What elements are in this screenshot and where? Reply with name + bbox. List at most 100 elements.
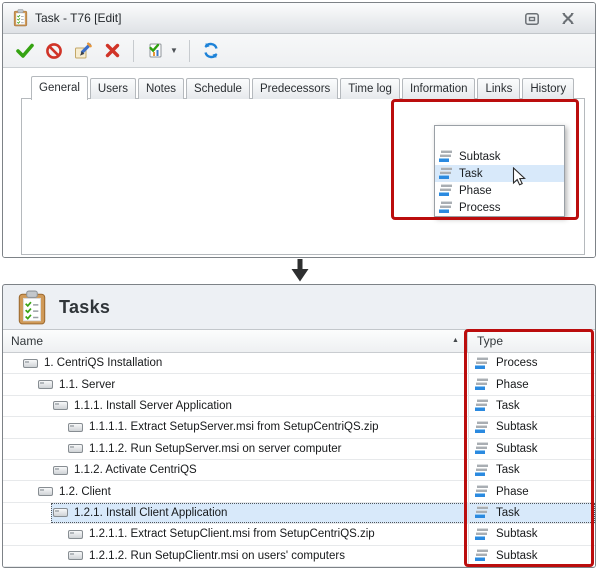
tasks-clipboard-icon [15, 290, 49, 326]
collapse-chevron-icon[interactable] [11, 360, 23, 366]
task-row[interactable]: 1.2.1.1. Extract SetupClient.msi from Se… [3, 524, 595, 545]
tab-time-log[interactable]: Time log [340, 78, 400, 99]
edit-pencil-icon[interactable] [73, 41, 93, 61]
task-card-icon [53, 508, 68, 517]
type-dropdown-item[interactable]: Subtask [435, 148, 564, 165]
type-dropdown-item[interactable]: Task [435, 165, 564, 182]
tab-label: Information [410, 83, 468, 95]
toolbar-separator [189, 40, 190, 62]
save-menu-icon[interactable] [145, 41, 165, 61]
tree-indent [3, 470, 41, 471]
task-type-icon [475, 528, 489, 541]
collapse-chevron-icon[interactable] [41, 403, 53, 409]
flow-down-arrow-icon [290, 259, 310, 282]
collapse-chevron-icon[interactable] [41, 510, 53, 516]
task-name: 1.1.2. Activate CentriQS [74, 464, 197, 476]
type-cell[interactable]: Subtask [468, 417, 595, 437]
name-cell[interactable]: 1.1.2. Activate CentriQS [3, 460, 468, 480]
type-cell[interactable]: Subtask [468, 524, 595, 544]
task-card-icon [38, 380, 53, 389]
tab-schedule[interactable]: Schedule [186, 78, 250, 99]
tree-indent [3, 534, 56, 535]
task-type-icon [439, 184, 453, 197]
cancel-block-icon[interactable] [44, 41, 64, 61]
type-cell[interactable]: Phase [468, 374, 595, 394]
name-cell[interactable]: 1.1. Server [3, 374, 468, 394]
task-row[interactable]: 1.2. Client Phase [3, 481, 595, 502]
task-edit-window: Task - T76 [Edit] ▼ GeneralUsersN [2, 2, 596, 258]
type-dropdown-item[interactable]: Phase [435, 182, 564, 199]
collapse-chevron-icon[interactable] [26, 489, 38, 495]
name-cell[interactable]: 1.2.1.2. Run SetupClientr.msi on users' … [3, 546, 468, 566]
type-dropdown-item[interactable]: Process [435, 199, 564, 216]
type-dropdown-item[interactable] [435, 126, 564, 148]
name-cell[interactable]: 1.1.1. Install Server Application [3, 396, 468, 416]
task-row[interactable]: 1.2.1. Install Client Application Task [3, 503, 595, 524]
tab-label: Predecessors [260, 83, 330, 95]
task-row[interactable]: 1.1.2. Activate CentriQS Task [3, 460, 595, 481]
task-type: Phase [496, 379, 529, 391]
name-cell[interactable]: 1.2.1.1. Extract SetupClient.msi from Se… [3, 524, 468, 544]
clipboard-icon [12, 9, 29, 27]
task-type: Subtask [496, 550, 538, 562]
task-card-icon [23, 359, 38, 368]
name-cell[interactable]: 1.1.1.2. Run SetupServer.msi on server c… [3, 439, 468, 459]
task-name: 1.2.1.1. Extract SetupClient.msi from Se… [89, 528, 375, 540]
type-cell[interactable]: Process [468, 353, 595, 373]
name-cell[interactable]: 1.2.1. Install Client Application [3, 503, 468, 523]
tab-notes[interactable]: Notes [138, 78, 184, 99]
tab-label: General [39, 82, 80, 94]
tree-indent [3, 363, 11, 364]
refresh-icon[interactable] [201, 41, 221, 61]
tab-predecessors[interactable]: Predecessors [252, 78, 338, 99]
sort-ascending-icon: ▲ [452, 337, 459, 344]
close-icon[interactable] [559, 11, 577, 26]
task-type: Task [496, 400, 520, 412]
name-cell[interactable]: 1. CentriQS Installation [3, 353, 468, 373]
column-header-name[interactable]: Name [11, 334, 43, 348]
save-dropdown-caret-icon[interactable]: ▼ [170, 46, 178, 55]
task-row[interactable]: 1.1.1. Install Server Application Task [3, 396, 595, 417]
mouse-cursor-icon [512, 167, 526, 187]
tab-label: History [530, 83, 566, 95]
task-type-icon [475, 442, 489, 455]
task-row[interactable]: 1.2.1.2. Run SetupClientr.msi on users' … [3, 546, 595, 567]
task-row[interactable]: 1.1.1.1. Extract SetupServer.msi from Se… [3, 417, 595, 438]
tab-information[interactable]: Information [402, 78, 476, 99]
column-header-type[interactable]: Type [477, 334, 503, 348]
task-type: Subtask [496, 443, 538, 455]
type-cell[interactable]: Phase [468, 481, 595, 501]
type-cell[interactable]: Task [468, 460, 595, 480]
task-row[interactable]: 1.1.1.2. Run SetupServer.msi on server c… [3, 439, 595, 460]
tree-indent [3, 405, 41, 406]
task-name: 1.2.1.2. Run SetupClientr.msi on users' … [89, 550, 345, 562]
task-type-icon [475, 485, 489, 498]
tab-history[interactable]: History [522, 78, 574, 99]
task-type: Process [496, 357, 538, 369]
task-name: 1.1.1.1. Extract SetupServer.msi from Se… [89, 421, 379, 433]
column-divider[interactable] [467, 330, 468, 352]
tab-links[interactable]: Links [477, 78, 520, 99]
task-row[interactable]: 1.1. Server Phase [3, 374, 595, 395]
task-type: Task [496, 507, 520, 519]
name-cell[interactable]: 1.2. Client [3, 481, 468, 501]
tree-indent [3, 555, 56, 556]
type-cell[interactable]: Task [468, 396, 595, 416]
task-type-icon [475, 399, 489, 412]
collapse-chevron-icon[interactable] [26, 382, 38, 388]
task-tree-grid: Name ▲ Type 1. CentriQS Installation Pro… [3, 329, 595, 567]
tree-indent [3, 491, 26, 492]
name-cell[interactable]: 1.1.1.1. Extract SetupServer.msi from Se… [3, 417, 468, 437]
delete-x-icon[interactable] [102, 41, 122, 61]
task-row[interactable]: 1. CentriQS Installation Process [3, 353, 595, 374]
task-name: 1. CentriQS Installation [44, 357, 162, 369]
confirm-check-icon[interactable] [15, 41, 35, 61]
minimize-icon[interactable] [523, 11, 541, 26]
task-name: 1.1.1. Install Server Application [74, 400, 232, 412]
tab-label: Users [98, 83, 128, 95]
tab-users[interactable]: Users [90, 78, 136, 99]
tab-general[interactable]: General [31, 76, 88, 100]
type-cell[interactable]: Task [468, 503, 595, 523]
type-cell[interactable]: Subtask [468, 439, 595, 459]
type-cell[interactable]: Subtask [468, 546, 595, 566]
